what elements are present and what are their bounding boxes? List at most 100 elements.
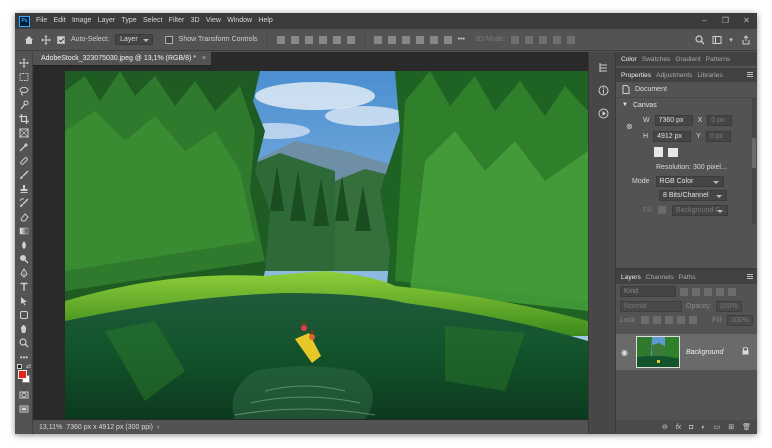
share-icon[interactable] [740, 34, 751, 45]
distribute-right-icon[interactable] [443, 35, 452, 44]
3d-orbit-icon[interactable] [511, 35, 520, 44]
align-top-icon[interactable] [276, 35, 285, 44]
layer-row[interactable]: ◉ Background [616, 334, 757, 370]
chevron-right-icon[interactable]: › [157, 424, 159, 431]
info-icon[interactable] [589, 79, 617, 102]
chevron-down-icon[interactable]: ▼ [622, 102, 628, 108]
menu-3d[interactable]: 3D [191, 13, 200, 29]
transform-controls-checkbox[interactable] [164, 35, 173, 44]
document-tab[interactable]: AdobeStock_323075030.jpeg @ 13,1% (RGB/8… [33, 52, 211, 66]
more-options-icon[interactable]: ••• [458, 36, 465, 43]
lock-position-icon[interactable] [664, 316, 673, 324]
fill-swatch[interactable] [657, 206, 666, 214]
eraser-tool-icon[interactable] [15, 210, 33, 224]
tab-properties[interactable]: Properties [621, 72, 651, 79]
lock-all-icon[interactable] [688, 316, 697, 324]
link-icon[interactable]: ⊗ [626, 122, 633, 131]
menu-file[interactable]: File [36, 13, 47, 29]
hand-tool-icon[interactable] [15, 322, 33, 336]
width-input[interactable]: 7360 px [654, 114, 693, 126]
workspace-icon[interactable] [711, 34, 722, 45]
path-select-tool-icon[interactable] [15, 294, 33, 308]
type-tool-icon[interactable] [15, 280, 33, 294]
tab-patterns[interactable]: Patterns [706, 56, 731, 63]
tab-channels[interactable]: Channels [646, 274, 674, 281]
dodge-tool-icon[interactable] [15, 252, 33, 266]
brush-tool-icon[interactable] [15, 168, 33, 182]
align-bottom-icon[interactable] [304, 35, 313, 44]
move-tool-icon[interactable] [15, 56, 33, 70]
lock-artboard-icon[interactable] [676, 316, 685, 324]
foreground-color-swatch[interactable] [18, 370, 27, 379]
portrait-icon[interactable] [654, 147, 663, 157]
maximize-icon[interactable]: ❐ [721, 16, 730, 25]
distribute-hcenter-icon[interactable] [429, 35, 438, 44]
bit-depth-select[interactable]: 8 Bits/Channel [659, 189, 727, 201]
link-layers-icon[interactable]: ⊖ [662, 423, 668, 431]
blend-mode-select[interactable]: Normal [620, 300, 682, 312]
tab-layers[interactable]: Layers [621, 274, 641, 281]
delete-layer-icon[interactable]: 🗑 [742, 423, 751, 431]
minimize-icon[interactable]: – [700, 16, 709, 25]
layer-style-icon[interactable]: fx [676, 424, 681, 431]
adjustment-layer-icon[interactable]: ◐ [701, 424, 705, 431]
actions-icon[interactable] [589, 102, 617, 125]
distribute-left-icon[interactable] [415, 35, 424, 44]
close-document-icon[interactable]: × [202, 55, 206, 62]
shape-tool-icon[interactable] [15, 308, 33, 322]
landscape-icon[interactable] [668, 147, 678, 157]
close-icon[interactable]: ✕ [742, 16, 751, 25]
tab-libraries[interactable]: Libraries [697, 72, 722, 79]
pen-tool-icon[interactable] [15, 266, 33, 280]
y-input[interactable]: 0 px [705, 130, 731, 142]
filter-shape-icon[interactable] [716, 287, 724, 296]
menu-help[interactable]: Help [258, 13, 272, 29]
quick-mask-icon[interactable] [15, 388, 33, 402]
3d-slide-icon[interactable] [553, 35, 562, 44]
history-brush-tool-icon[interactable] [15, 196, 33, 210]
visibility-eye-icon[interactable]: ◉ [621, 348, 630, 357]
lock-icon[interactable] [742, 346, 749, 357]
app-logo[interactable]: Ps [19, 15, 30, 27]
swap-colors-icon[interactable]: ⇄ [26, 363, 31, 370]
lock-transparent-icon[interactable] [640, 316, 649, 324]
filter-pixel-icon[interactable] [680, 287, 688, 296]
menu-view[interactable]: View [206, 13, 221, 29]
fill-input[interactable]: 100% [727, 314, 753, 326]
align-hcenter-icon[interactable] [332, 35, 341, 44]
filter-type-icon[interactable] [704, 287, 712, 296]
home-icon[interactable] [23, 34, 34, 45]
auto-select-dropdown[interactable]: Layer [115, 34, 153, 45]
align-vcenter-icon[interactable] [290, 35, 299, 44]
default-colors-icon[interactable] [17, 364, 22, 369]
add-mask-icon[interactable]: ◘ [689, 424, 693, 431]
fill-select[interactable]: Background C... [671, 204, 728, 216]
height-input[interactable]: 4912 px [653, 130, 692, 142]
auto-select-checkbox[interactable] [57, 35, 65, 44]
blur-tool-icon[interactable] [15, 238, 33, 252]
gradient-tool-icon[interactable] [15, 224, 33, 238]
tab-color[interactable]: Color [621, 56, 637, 63]
chevron-down-icon[interactable]: ▾ [728, 34, 734, 45]
x-input[interactable]: 0 px [707, 114, 733, 126]
lock-image-icon[interactable] [652, 316, 661, 324]
eyedropper-tool-icon[interactable] [15, 140, 33, 154]
menu-filter[interactable]: Filter [169, 13, 185, 29]
layers-menu-icon[interactable] [747, 274, 753, 279]
quick-select-tool-icon[interactable] [15, 98, 33, 112]
align-right-icon[interactable] [346, 35, 355, 44]
mode-select[interactable]: RGB Color [655, 175, 724, 187]
menu-edit[interactable]: Edit [54, 13, 66, 29]
layer-kind-filter[interactable]: Kind [620, 286, 676, 297]
distribute-vcenter-icon[interactable] [387, 35, 396, 44]
canvas-section-header[interactable]: ▼ Canvas [616, 98, 757, 112]
tab-gradient[interactable]: Gradient [675, 56, 700, 63]
healing-tool-icon[interactable] [15, 154, 33, 168]
document-canvas[interactable] [65, 71, 588, 419]
align-left-icon[interactable] [318, 35, 327, 44]
3d-roll-icon[interactable] [525, 35, 534, 44]
distribute-top-icon[interactable] [373, 35, 382, 44]
marquee-tool-icon[interactable] [15, 70, 33, 84]
frame-tool-icon[interactable] [15, 126, 33, 140]
3d-pan-icon[interactable] [539, 35, 548, 44]
